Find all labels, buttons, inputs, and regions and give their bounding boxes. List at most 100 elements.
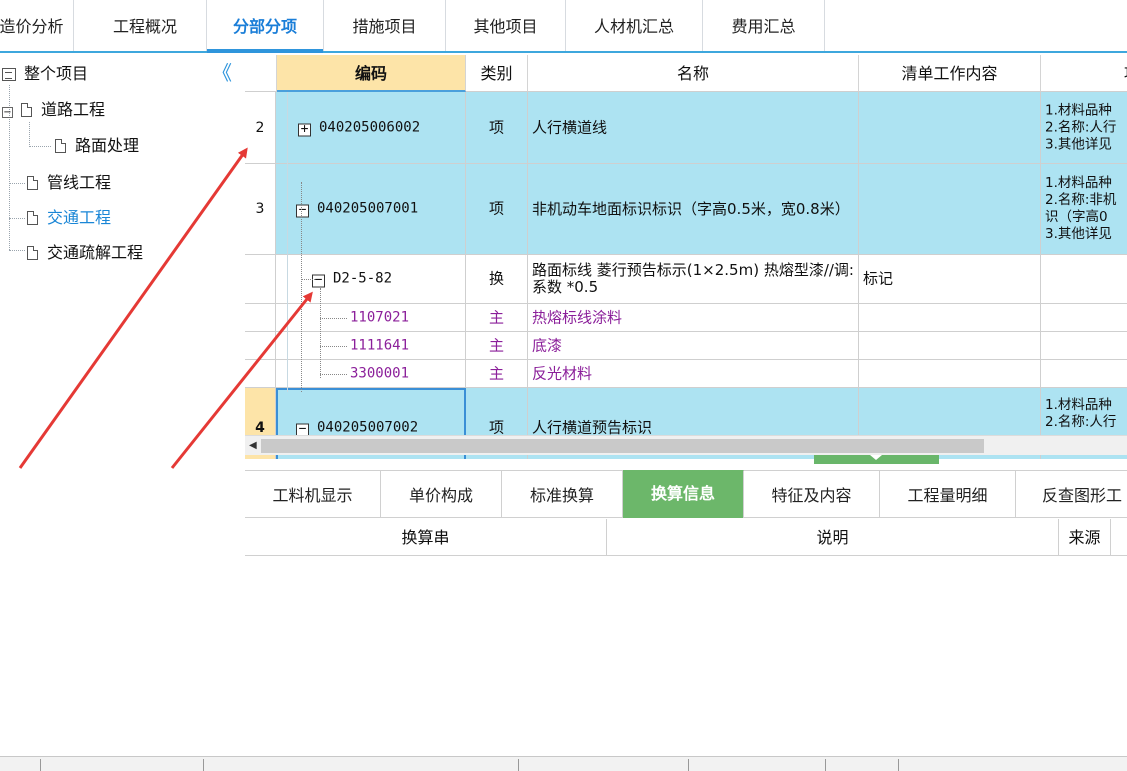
tab-labor-material-summary[interactable]: 人材机汇总 — [566, 0, 703, 51]
table-row-feature[interactable] — [1041, 332, 1127, 360]
tree-item-traffic-works[interactable]: 交通工程 — [27, 206, 111, 230]
header-source[interactable]: 来源 — [1059, 519, 1111, 556]
row-number[interactable] — [245, 332, 276, 360]
collapse-panel-icon[interactable]: 《 — [212, 63, 232, 83]
status-divider — [688, 759, 689, 771]
tab-other-items[interactable]: 其他项目 — [446, 0, 566, 51]
table-row-content[interactable] — [859, 164, 1041, 255]
tab-quantity-details[interactable]: 工程量明细 — [880, 470, 1016, 518]
collapse-icon[interactable]: − — [296, 204, 309, 218]
row-number[interactable]: 2 — [245, 92, 276, 164]
tree-guide-line — [9, 183, 25, 184]
table-row-type[interactable]: 项 — [466, 92, 528, 164]
item-code: 040205007001 — [317, 200, 419, 217]
table-row-code[interactable]: 3300001 — [276, 360, 466, 388]
table-row-content[interactable] — [859, 304, 1041, 332]
table-row-type[interactable]: 换 — [466, 255, 528, 304]
expand-icon[interactable]: + — [298, 122, 311, 136]
table-row-code[interactable]: 1107021 — [276, 304, 466, 332]
tab-cost-summary[interactable]: 费用汇总 — [703, 0, 825, 51]
tree-item-road-works[interactable]: − 道路工程 — [2, 98, 105, 122]
project-icon — [2, 68, 16, 81]
table-row-name[interactable]: 非机动车地面标识标识（字高0.5米，宽0.8米） — [528, 164, 859, 255]
row-number[interactable] — [245, 360, 276, 388]
row-number[interactable]: 3 — [245, 164, 276, 255]
table-row-feature[interactable] — [1041, 304, 1127, 332]
scroll-left-icon[interactable]: ◀ — [249, 440, 257, 451]
table-row-feature[interactable] — [1041, 360, 1127, 388]
header-work-content[interactable]: 清单工作内容 — [859, 55, 1041, 92]
table-row-code[interactable]: −040205007001 — [276, 164, 466, 255]
scrollbar-thumb[interactable] — [261, 439, 984, 453]
tree-label: 道路工程 — [41, 100, 106, 119]
table-row-type[interactable]: 主 — [466, 304, 528, 332]
document-icon — [55, 139, 66, 153]
status-divider — [203, 759, 204, 771]
tab-project-overview[interactable]: 工程概况 — [84, 0, 207, 51]
table-row-name[interactable]: 路面标线 菱行预告标示(1×2.5m) 热熔型漆//调: 系数 *0.5 — [528, 255, 859, 304]
bill-items-grid: 编码 类别 名称 清单工作内容 项 2 +040205006002 项 人行横道… — [245, 55, 1127, 459]
tab-labor-material-display[interactable]: 工料机显示 — [245, 470, 381, 518]
table-row-code[interactable]: 1111641 — [276, 332, 466, 360]
table-row-content[interactable] — [859, 332, 1041, 360]
item-code: 040205007002 — [317, 419, 419, 436]
header-description[interactable]: 说明 — [607, 519, 1059, 556]
grid-tree-line — [301, 182, 302, 392]
grid-tree-line — [320, 374, 347, 375]
status-divider — [518, 759, 519, 771]
table-row-type[interactable]: 主 — [466, 332, 528, 360]
tab-features-content[interactable]: 特征及内容 — [744, 470, 880, 518]
table-row-feature[interactable]: 1.材料品种 2.名称:人行 3.其他详见 — [1041, 92, 1127, 164]
table-row-code[interactable]: +040205006002 — [276, 92, 466, 164]
header-rownum — [245, 55, 277, 92]
status-divider — [40, 759, 41, 771]
document-icon — [21, 103, 32, 117]
table-row-name[interactable]: 人行横道线 — [528, 92, 859, 164]
collapse-icon[interactable]: − — [312, 274, 325, 288]
table-row-content[interactable]: 标记 — [859, 255, 1041, 304]
tree-label: 交通疏解工程 — [47, 243, 144, 262]
header-feature[interactable]: 项 — [1041, 55, 1127, 92]
tree-item-traffic-diversion-works[interactable]: 交通疏解工程 — [27, 241, 143, 265]
grid-tree-line — [320, 318, 347, 319]
tree-item-pipeline-works[interactable]: 管线工程 — [27, 171, 111, 195]
header-name[interactable]: 名称 — [528, 55, 859, 92]
item-code: D2-5-82 — [333, 270, 393, 287]
table-row-content[interactable] — [859, 360, 1041, 388]
tab-conversion-info[interactable]: 换算信息 — [623, 470, 744, 518]
tab-divisional-items[interactable]: 分部分项 — [207, 0, 324, 53]
table-row-feature[interactable]: 1.材料品种 2.名称:非机 识（字高0 3.其他详见 — [1041, 164, 1127, 255]
grid-horizontal-scrollbar[interactable]: ◀ — [245, 435, 1127, 455]
item-code: 040205006002 — [319, 119, 421, 135]
table-row-feature[interactable] — [1041, 255, 1127, 304]
grid-tree-line — [287, 92, 288, 392]
table-row-name[interactable]: 反光材料 — [528, 360, 859, 388]
table-row-name[interactable]: 底漆 — [528, 332, 859, 360]
tab-reverse-lookup-graphics[interactable]: 反查图形工 — [1016, 470, 1127, 518]
tab-unit-price-composition[interactable]: 单价构成 — [381, 470, 502, 518]
table-row-content[interactable] — [859, 92, 1041, 164]
header-conversion-string[interactable]: 换算串 — [245, 519, 607, 556]
row-number[interactable] — [245, 255, 276, 304]
tree-collapse-icon[interactable]: − — [2, 107, 13, 118]
tree-label: 整个项目 — [24, 64, 89, 83]
tab-cost-analysis[interactable]: 造价分析 — [0, 0, 74, 51]
table-row-name[interactable]: 热熔标线涂料 — [528, 304, 859, 332]
tree-root-whole-project[interactable]: 整个项目 — [2, 62, 88, 86]
table-row-type[interactable]: 主 — [466, 360, 528, 388]
tree-item-pavement-treatment[interactable]: 路面处理 — [55, 134, 139, 158]
header-type[interactable]: 类别 — [466, 55, 528, 92]
document-icon — [27, 176, 38, 190]
conversion-table-header: 换算串 说明 来源 — [245, 519, 1127, 556]
tree-label: 路面处理 — [75, 136, 140, 155]
grid-tree-line — [301, 279, 315, 280]
status-bar — [0, 756, 1127, 771]
row-number[interactable] — [245, 304, 276, 332]
header-code[interactable]: 编码 — [277, 55, 466, 92]
table-row-type[interactable]: 项 — [466, 164, 528, 255]
tab-standard-conversion[interactable]: 标准换算 — [502, 470, 623, 518]
panel-splitter-handle[interactable] — [814, 455, 939, 464]
grid-tree-line — [320, 346, 347, 347]
status-divider — [898, 759, 899, 771]
tab-measures[interactable]: 措施项目 — [324, 0, 446, 51]
